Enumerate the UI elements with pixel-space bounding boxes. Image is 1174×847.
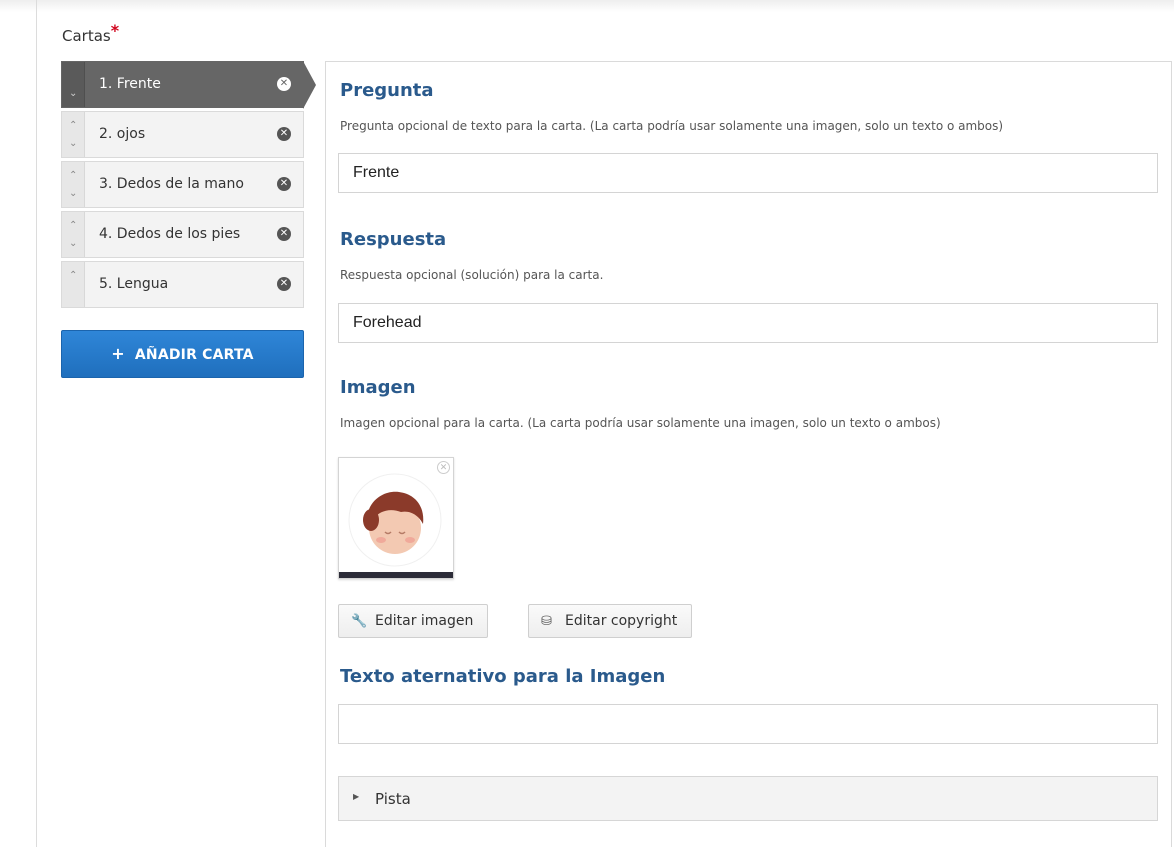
copyright-icon: ⛁ bbox=[541, 614, 552, 629]
question-input[interactable] bbox=[338, 153, 1158, 193]
move-up-icon[interactable]: ⌃ bbox=[69, 171, 77, 181]
wrench-icon: 🔧 bbox=[351, 614, 368, 629]
remove-card-icon[interactable]: ✕ bbox=[277, 177, 291, 191]
image-description: Imagen opcional para la carta. (La carta… bbox=[340, 416, 941, 430]
alt-text-input[interactable] bbox=[338, 704, 1158, 744]
drag-handle[interactable]: ⌄ bbox=[62, 62, 85, 107]
card-label: 4. Dedos de los pies bbox=[99, 226, 241, 242]
card-list: ⌄ 1. Frente ✕ ⌃ ⌄ 2. ojos ✕ ⌃ ⌄ 3. Dedos… bbox=[61, 61, 316, 311]
required-asterisk: * bbox=[110, 21, 120, 40]
drag-handle[interactable]: ⌃ ⌄ bbox=[62, 162, 85, 207]
card-item-4[interactable]: ⌃ ⌄ 4. Dedos de los pies ✕ bbox=[61, 211, 304, 258]
drag-handle[interactable]: ⌃ bbox=[62, 262, 85, 307]
hint-toggle[interactable]: ▶ Pista bbox=[338, 776, 1158, 821]
hint-label: Pista bbox=[375, 790, 411, 808]
question-title: Pregunta bbox=[340, 80, 434, 101]
cards-field-label: Cartas* bbox=[62, 21, 119, 45]
image-thumbnail[interactable]: ✕ bbox=[338, 457, 454, 579]
move-up-icon[interactable]: ⌃ bbox=[69, 121, 77, 131]
card-item-5[interactable]: ⌃ 5. Lengua ✕ bbox=[61, 261, 304, 308]
thumbnail-bar bbox=[339, 572, 453, 578]
question-description: Pregunta opcional de texto para la carta… bbox=[340, 119, 1004, 133]
top-shade bbox=[0, 0, 1174, 12]
face-illustration-icon bbox=[348, 473, 442, 567]
answer-title: Respuesta bbox=[340, 229, 447, 250]
remove-card-icon[interactable]: ✕ bbox=[277, 277, 291, 291]
answer-input[interactable] bbox=[338, 303, 1158, 343]
caret-right-icon: ▶ bbox=[353, 792, 360, 801]
card-label: 3. Dedos de la mano bbox=[99, 176, 244, 192]
remove-image-icon[interactable]: ✕ bbox=[437, 461, 450, 474]
image-title: Imagen bbox=[340, 377, 416, 398]
active-pointer bbox=[303, 61, 316, 109]
edit-copyright-button[interactable]: ⛁ Editar copyright bbox=[528, 604, 693, 638]
remove-card-icon[interactable]: ✕ bbox=[277, 77, 291, 91]
card-label: 2. ojos bbox=[99, 126, 146, 142]
edit-copyright-label: Editar copyright bbox=[565, 613, 678, 629]
card-item-1[interactable]: ⌄ 1. Frente ✕ bbox=[61, 61, 316, 109]
add-card-label: AÑADIR CARTA bbox=[134, 347, 254, 363]
remove-card-icon[interactable]: ✕ bbox=[277, 227, 291, 241]
card-item-3[interactable]: ⌃ ⌄ 3. Dedos de la mano ✕ bbox=[61, 161, 304, 208]
left-rule bbox=[36, 0, 37, 847]
drag-handle[interactable]: ⌃ ⌄ bbox=[62, 112, 85, 157]
edit-image-label: Editar imagen bbox=[375, 613, 474, 629]
move-down-icon[interactable]: ⌄ bbox=[69, 239, 77, 249]
add-card-button[interactable]: + AÑADIR CARTA bbox=[61, 330, 304, 378]
card-editor-panel: Pregunta Pregunta opcional de texto para… bbox=[325, 61, 1172, 847]
card-label: 5. Lengua bbox=[99, 276, 169, 292]
move-down-icon[interactable]: ⌄ bbox=[69, 139, 77, 149]
card-item-2[interactable]: ⌃ ⌄ 2. ojos ✕ bbox=[61, 111, 304, 158]
move-down-icon[interactable]: ⌄ bbox=[69, 189, 77, 199]
plus-icon: + bbox=[111, 344, 125, 363]
card-label: 1. Frente bbox=[99, 76, 161, 92]
drag-handle[interactable]: ⌃ ⌄ bbox=[62, 212, 85, 257]
move-up-icon[interactable]: ⌃ bbox=[69, 271, 77, 281]
move-down-icon[interactable]: ⌄ bbox=[69, 89, 77, 99]
remove-card-icon[interactable]: ✕ bbox=[277, 127, 291, 141]
alt-text-title: Texto aternativo para la Imagen bbox=[340, 666, 666, 687]
move-up-icon[interactable]: ⌃ bbox=[69, 221, 77, 231]
edit-image-button[interactable]: 🔧 Editar imagen bbox=[338, 604, 489, 638]
answer-description: Respuesta opcional (solución) para la ca… bbox=[340, 268, 604, 282]
cards-label-text: Cartas bbox=[62, 27, 111, 45]
